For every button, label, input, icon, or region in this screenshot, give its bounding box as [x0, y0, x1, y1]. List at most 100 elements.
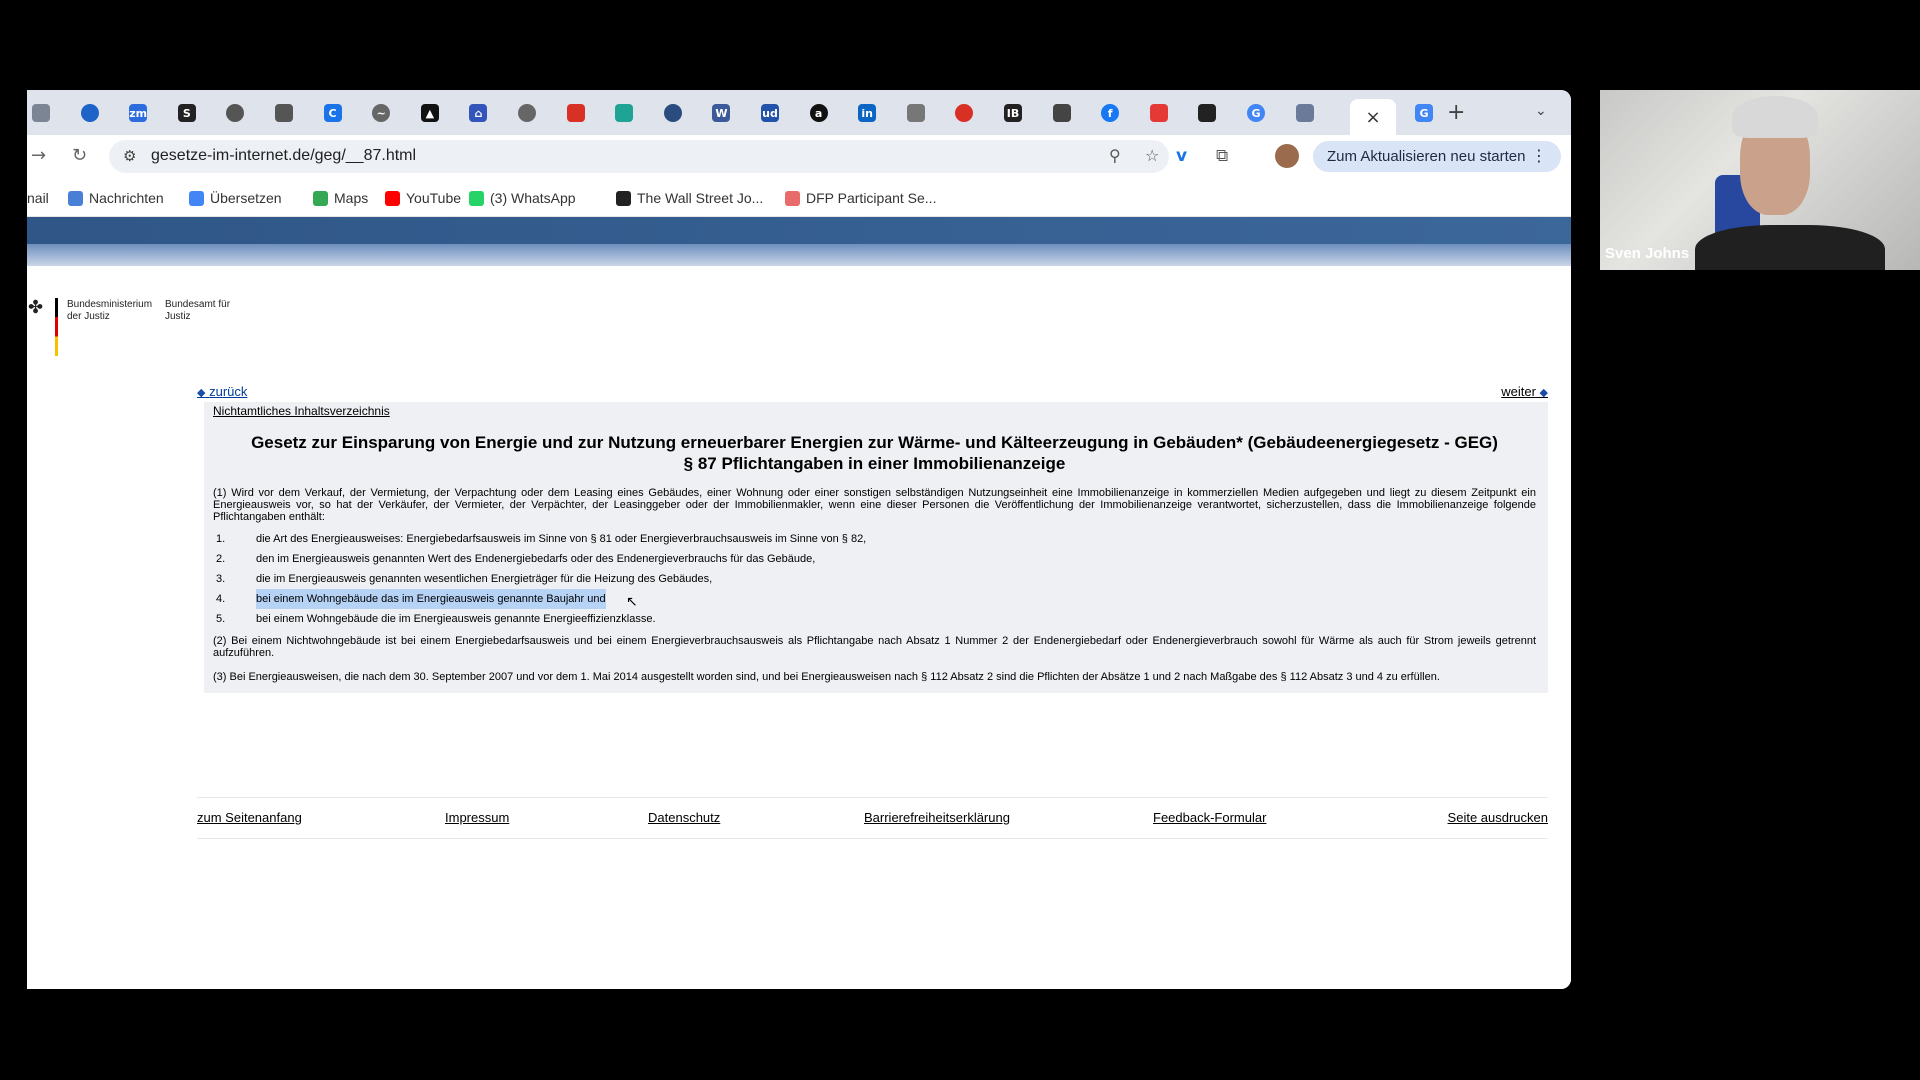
bookmark-label: Übersetzen [210, 190, 282, 206]
list-item-number: 2. [216, 553, 226, 565]
browser-tab[interactable] [612, 101, 636, 125]
site-settings-icon[interactable]: ⚙ [123, 147, 136, 165]
zoom-icon[interactable]: ⚲ [1109, 146, 1121, 165]
german-flag-bar [55, 298, 58, 356]
logo-office-text: Bundesamt für Justiz [165, 299, 231, 322]
bookmark-item[interactable]: Übersetzen [189, 190, 282, 206]
law-title: Gesetz zur Einsparung von Energie und zu… [213, 432, 1536, 474]
tab-favicon-icon: G [1415, 104, 1433, 122]
list-item-number: 3. [216, 573, 226, 585]
bookmark-star-icon[interactable]: ☆ [1145, 146, 1159, 165]
tab-favicon-icon [955, 104, 974, 122]
footer-top-link[interactable]: zum Seitenanfang [197, 810, 302, 825]
browser-tab[interactable] [1147, 101, 1171, 125]
ministry-logo[interactable]: ✤ Bundesministerium der Justiz Bundesamt… [28, 297, 238, 357]
bookmark-label: YouTube [406, 190, 462, 206]
list-item: 1. die Art des Energieausweises: Energieb… [213, 529, 1536, 549]
tab-close-icon[interactable]: × [1365, 107, 1380, 128]
back-link-label: zurück [209, 384, 248, 399]
browser-tab[interactable]: ⌂ [466, 101, 490, 125]
browser-tab[interactable]: C [321, 101, 345, 125]
bookmark-label: Maps [334, 190, 369, 206]
browser-tab[interactable] [515, 101, 539, 125]
page-banner-gradient [27, 244, 1571, 266]
tab-favicon-icon: W [712, 104, 731, 122]
bookmark-item[interactable]: The Wall Street Jo... [616, 190, 763, 206]
participant-name: Sven Johns [1605, 245, 1690, 262]
bookmark-item[interactable]: Nachrichten [68, 190, 164, 206]
footer-privacy-link[interactable]: Datenschutz [648, 810, 720, 825]
browser-tab[interactable]: G [1244, 101, 1268, 125]
forward-link-label: weiter [1501, 384, 1536, 399]
bookmark-item[interactable]: YouTube [385, 190, 461, 206]
forward-arrow-icon[interactable]: → [31, 145, 46, 166]
tab-favicon-icon: in [858, 104, 877, 122]
browser-tab[interactable] [1195, 101, 1219, 125]
browser-tab[interactable] [952, 101, 976, 125]
extension-v-icon[interactable]: v [1176, 146, 1187, 166]
browser-tab[interactable]: a [807, 101, 831, 125]
list-item-text: die im Energieausweis genannten wesentli… [256, 573, 713, 585]
toc-link[interactable]: Nichtamtliches Inhaltsverzeichnis [213, 404, 1536, 418]
bookmark-item[interactable]: Maps [313, 190, 368, 206]
browser-tab[interactable]: f [1098, 101, 1122, 125]
bookmark-label: (3) WhatsApp [490, 190, 576, 206]
list-item-number: 5. [216, 613, 226, 625]
tab-favicon-icon: G [1247, 104, 1265, 122]
browser-tab[interactable]: G [1412, 101, 1436, 125]
bookmark-favicon-icon [313, 190, 328, 206]
tab-favicon-icon: S [177, 104, 196, 122]
browser-tab[interactable] [661, 101, 685, 125]
profile-avatar[interactable] [1275, 144, 1299, 168]
footer-print-link[interactable]: Seite ausdrucken [1448, 810, 1548, 825]
bookmark-item[interactable]: nail [27, 190, 49, 206]
bookmark-favicon-icon [469, 190, 484, 206]
browser-tab[interactable] [272, 101, 296, 125]
tab-favicon-icon: ⌂ [469, 104, 488, 122]
extensions-puzzle-icon[interactable]: ⧉ [1216, 146, 1228, 166]
paragraph-2: (2) Bei einem Nichtwohngebäude ist bei e… [213, 635, 1536, 659]
browser-tab[interactable]: IB [1001, 101, 1025, 125]
url-text[interactable]: gesetze-im-internet.de/geg/__87.html [151, 147, 416, 165]
page-banner [27, 217, 1571, 244]
bookmark-item[interactable]: (3) WhatsApp [469, 190, 576, 206]
browser-tab[interactable]: ud [758, 101, 782, 125]
browser-tab[interactable]: in [855, 101, 879, 125]
tab-search-icon[interactable]: ⌄ [1535, 103, 1547, 119]
webcam-person-hair [1732, 96, 1818, 138]
reload-icon[interactable]: ↻ [72, 145, 87, 166]
browser-tab[interactable]: ▲ [418, 101, 442, 125]
page-footer: zum Seitenanfang Impressum Datenschutz B… [197, 797, 1548, 839]
browser-tab[interactable]: ~ [369, 101, 393, 125]
browser-tab[interactable] [29, 101, 53, 125]
footer-accessibility-link[interactable]: Barrierefreiheitserklärung [864, 810, 1010, 825]
tab-favicon-icon [32, 104, 50, 122]
menu-kebab-icon[interactable]: ⋮ [1531, 146, 1547, 165]
tab-favicon-icon [566, 104, 585, 122]
address-bar[interactable]: ⚙ gesetze-im-internet.de/geg/__87.html ⚲… [109, 140, 1169, 173]
browser-tab[interactable] [1293, 101, 1317, 125]
browser-tab[interactable] [1050, 101, 1074, 125]
browser-tab[interactable]: W [709, 101, 733, 125]
tab-favicon-icon [226, 104, 245, 122]
relaunch-button[interactable]: Zum Aktualisieren neu starten ⋮ [1313, 141, 1561, 172]
back-link[interactable]: ◆ zurück [197, 384, 247, 399]
new-tab-icon[interactable]: + [1447, 100, 1465, 125]
obligation-list: 1. die Art des Energieausweises: Energieb… [213, 529, 1536, 629]
active-tab[interactable]: × [1350, 99, 1396, 135]
highlighted-selection: bei einem Wohngebäude das im Energieausw… [256, 589, 606, 609]
list-item-text: die Art des Energieausweises: Energiebed… [256, 533, 867, 545]
browser-tab[interactable] [223, 101, 247, 125]
footer-feedback-link[interactable]: Feedback-Formular [1153, 810, 1266, 825]
browser-tab[interactable]: S [175, 101, 199, 125]
bookmark-item[interactable]: DFP Participant Se... [785, 190, 936, 206]
section-title: § 87 Pflichtangaben in einer Immobiliena… [683, 454, 1066, 473]
browser-tab[interactable] [564, 101, 588, 125]
bookmark-label: Nachrichten [89, 190, 164, 206]
browser-tab[interactable] [78, 101, 102, 125]
browser-tab[interactable] [904, 101, 928, 125]
back-arrow-icon: ◆ [197, 386, 206, 399]
browser-tab[interactable]: zm [126, 101, 150, 125]
forward-link[interactable]: weiter ◆ [1501, 384, 1548, 399]
footer-imprint-link[interactable]: Impressum [445, 810, 509, 825]
